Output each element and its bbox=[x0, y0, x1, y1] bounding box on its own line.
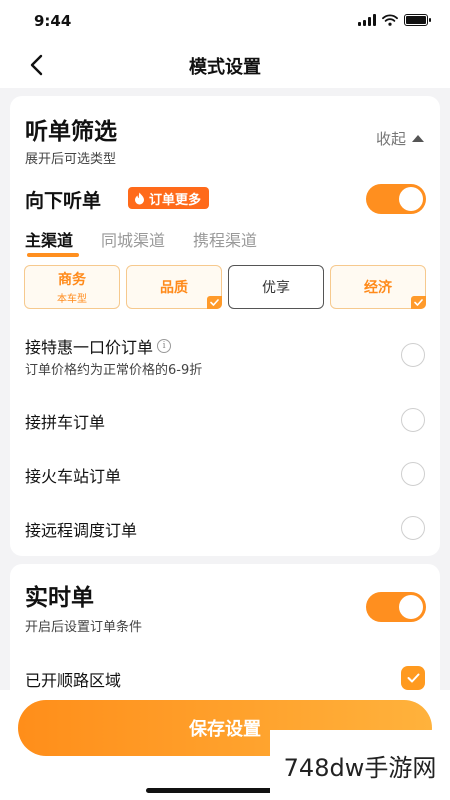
option-special-price-text: 接特惠一口价订单 bbox=[25, 338, 154, 357]
toggle-knob bbox=[399, 595, 423, 619]
wifi-icon bbox=[382, 14, 398, 26]
tab-same-city-channel[interactable]: 同城渠道 bbox=[101, 227, 165, 257]
nav-bar: 模式设置 bbox=[0, 42, 450, 88]
status-time: 9:44 bbox=[34, 12, 72, 30]
type-business[interactable]: 商务 本车型 bbox=[24, 265, 120, 309]
info-icon[interactable]: i bbox=[157, 339, 172, 353]
type-quality-label: 品质 bbox=[160, 280, 188, 296]
realtime-title: 实时单 bbox=[25, 585, 94, 611]
type-premium-label: 优享 bbox=[262, 280, 290, 296]
check-icon bbox=[411, 296, 426, 309]
collapse-button[interactable]: 收起 bbox=[376, 128, 424, 149]
option-remote-dispatch-checkbox[interactable] bbox=[401, 516, 425, 540]
check-icon bbox=[407, 673, 419, 683]
listen-filter-subtitle: 展开后可选类型 bbox=[25, 152, 117, 167]
vehicle-type-options: 商务 本车型 品质 优享 经济 bbox=[24, 265, 426, 309]
option-train-station-label: 接火车站订单 bbox=[25, 467, 122, 486]
flame-icon bbox=[135, 192, 144, 204]
listen-down-label: 向下听单 bbox=[25, 190, 102, 212]
toggle-knob bbox=[399, 187, 423, 211]
option-remote-dispatch-label: 接远程调度订单 bbox=[25, 521, 138, 540]
active-tab-underline bbox=[27, 253, 79, 257]
more-orders-badge-text: 订单更多 bbox=[149, 192, 202, 208]
option-train-station-checkbox[interactable] bbox=[401, 462, 425, 486]
check-icon bbox=[207, 296, 222, 309]
channel-tabs: 主渠道 同城渠道 携程渠道 bbox=[25, 227, 285, 257]
option-route-area-label: 已开顺路区域 bbox=[25, 671, 122, 690]
option-special-price-sub: 订单价格约为正常价格的6-9折 bbox=[25, 363, 203, 378]
tab-ctrip-channel[interactable]: 携程渠道 bbox=[193, 227, 257, 257]
more-orders-badge: 订单更多 bbox=[128, 187, 210, 209]
watermark: 748dw手游网 bbox=[270, 730, 450, 800]
type-premium[interactable]: 优享 bbox=[228, 265, 324, 309]
status-icons bbox=[358, 14, 431, 26]
type-economy[interactable]: 经济 bbox=[330, 265, 426, 309]
listen-filter-card: 听单筛选 展开后可选类型 收起 向下听单 订单更多 主渠道 同城渠道 携程渠道 … bbox=[10, 96, 440, 556]
page-title: 模式设置 bbox=[189, 57, 261, 78]
option-special-price-label: 接特惠一口价订单 i bbox=[25, 334, 172, 358]
type-business-label: 商务 bbox=[58, 272, 86, 288]
collapse-label: 收起 bbox=[375, 130, 406, 148]
option-route-area-checkbox[interactable] bbox=[401, 666, 425, 690]
realtime-subtitle: 开启后设置订单条件 bbox=[25, 620, 143, 635]
listen-down-toggle[interactable] bbox=[366, 184, 426, 214]
option-special-price-checkbox[interactable] bbox=[401, 343, 425, 367]
realtime-card: 实时单 开启后设置订单条件 已开顺路区域 bbox=[10, 564, 440, 690]
option-carpool-label: 接拼车订单 bbox=[25, 413, 106, 432]
status-bar: 9:44 bbox=[0, 0, 450, 42]
option-carpool-checkbox[interactable] bbox=[401, 408, 425, 432]
caret-up-icon bbox=[412, 135, 424, 142]
battery-icon bbox=[404, 14, 431, 26]
listen-filter-title: 听单筛选 bbox=[25, 119, 117, 145]
type-business-sub: 本车型 bbox=[57, 294, 87, 305]
signal-icon bbox=[358, 14, 376, 26]
type-economy-label: 经济 bbox=[364, 280, 392, 296]
battery-fill bbox=[406, 16, 426, 24]
realtime-toggle[interactable] bbox=[366, 592, 426, 622]
type-quality[interactable]: 品质 bbox=[126, 265, 222, 309]
